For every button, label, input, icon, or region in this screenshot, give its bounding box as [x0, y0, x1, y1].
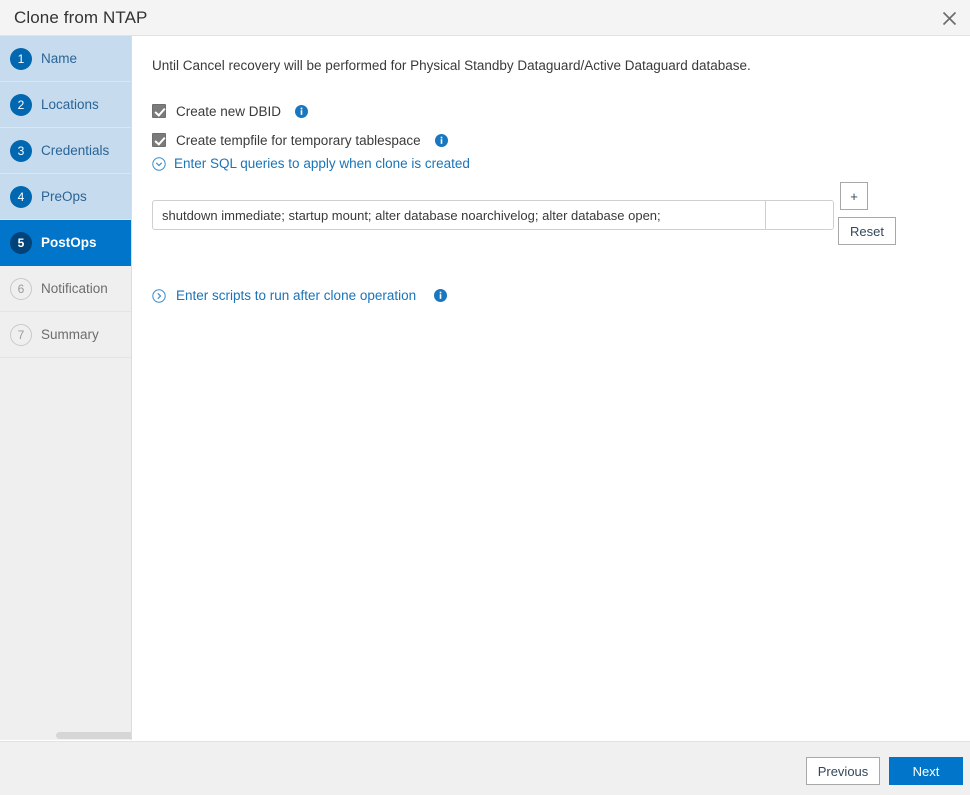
dialog-footer: Previous Next	[0, 741, 970, 795]
reset-sql-query-button[interactable]: Reset	[838, 217, 896, 245]
sidebar-horizontal-scrollbar[interactable]	[0, 731, 131, 740]
sidebar-item-credentials[interactable]: 3 Credentials	[0, 128, 131, 174]
sql-query-input[interactable]	[153, 201, 765, 229]
wizard-steps-sidebar: 1 Name 2 Locations 3 Credentials 4 PreOp…	[0, 36, 132, 740]
step-label: Name	[41, 51, 78, 66]
step-number: 1	[10, 47, 32, 70]
step-number: 4	[10, 185, 32, 208]
add-sql-query-button[interactable]: +	[840, 182, 868, 210]
sidebar-item-preops[interactable]: 4 PreOps	[0, 174, 131, 220]
dialog-titlebar: Clone from NTAP	[0, 0, 970, 36]
scripts-section-toggle[interactable]: Enter scripts to run after clone operati…	[152, 288, 448, 303]
create-tempfile-row: Create tempfile for temporary tablespace	[152, 131, 448, 149]
step-number: 2	[10, 93, 32, 116]
create-tempfile-checkbox[interactable]	[152, 133, 166, 147]
create-tempfile-label: Create tempfile for temporary tablespace	[176, 132, 421, 148]
sidebar-item-name[interactable]: 1 Name	[0, 36, 131, 82]
info-icon[interactable]	[434, 133, 448, 147]
step-number: 6	[10, 277, 32, 300]
create-new-dbid-label: Create new DBID	[176, 103, 282, 119]
scripts-toggle-label: Enter scripts to run after clone operati…	[176, 288, 417, 303]
step-label: Notification	[41, 281, 108, 296]
step-number: 3	[10, 139, 32, 162]
postops-panel: Until Cancel recovery will be performed …	[133, 36, 970, 740]
sidebar-item-notification[interactable]: 6 Notification	[0, 266, 131, 312]
step-label: Credentials	[41, 143, 110, 158]
step-label: PreOps	[41, 189, 87, 204]
sidebar-item-summary[interactable]: 7 Summary	[0, 312, 131, 358]
chevron-right-circle-icon	[152, 288, 166, 303]
sidebar-item-locations[interactable]: 2 Locations	[0, 82, 131, 128]
intro-text: Until Cancel recovery will be performed …	[152, 58, 751, 73]
step-label: PostOps	[41, 235, 97, 250]
previous-button[interactable]: Previous	[806, 757, 880, 785]
chevron-down-circle-icon	[152, 156, 166, 171]
clone-wizard-dialog: Clone from NTAP 1 Name 2 Locations 3 Cre…	[0, 0, 970, 795]
step-label: Locations	[41, 97, 99, 112]
step-label: Summary	[41, 327, 99, 342]
next-button[interactable]: Next	[889, 757, 963, 785]
close-icon[interactable]	[934, 4, 964, 32]
sql-queries-section-toggle[interactable]: Enter SQL queries to apply when clone is…	[152, 156, 470, 171]
dialog-title: Clone from NTAP	[14, 8, 148, 27]
sidebar-item-postops[interactable]: 5 PostOps	[0, 220, 131, 266]
info-icon[interactable]	[434, 289, 448, 302]
sql-queries-toggle-label: Enter SQL queries to apply when clone is…	[174, 156, 470, 171]
info-icon[interactable]	[295, 104, 309, 118]
step-number: 7	[10, 323, 32, 346]
sql-query-input-group	[152, 200, 834, 230]
sql-query-secondary-field[interactable]	[765, 201, 833, 229]
step-number: 5	[10, 231, 32, 254]
create-new-dbid-row: Create new DBID	[152, 102, 309, 120]
create-new-dbid-checkbox[interactable]	[152, 104, 166, 118]
